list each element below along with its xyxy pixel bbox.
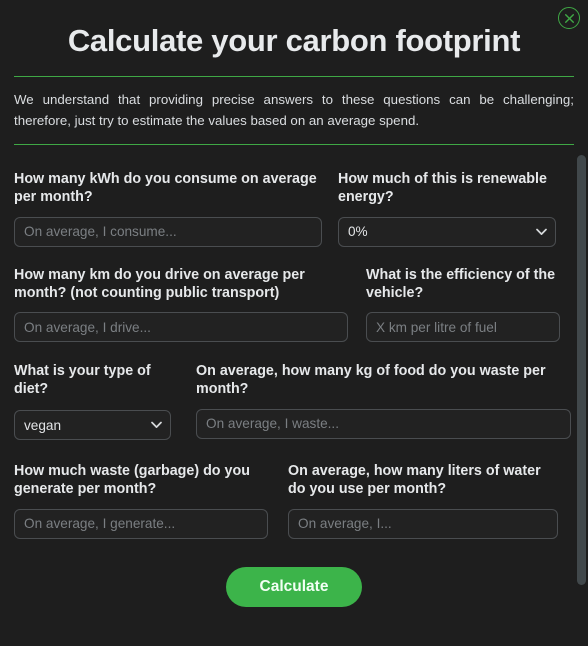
- garbage-generated-input[interactable]: [14, 508, 268, 539]
- field-label: How much of this is renewable energy?: [338, 171, 547, 206]
- field-food-waste: On average, how many kg of food do you w…: [196, 362, 571, 439]
- food-waste-input[interactable]: [196, 408, 571, 439]
- diet-type-select[interactable]: vegan: [14, 410, 171, 441]
- field-label: How much waste (garbage) do you generate…: [14, 463, 250, 498]
- page-title: Calculate your carbon footprint: [67, 23, 521, 58]
- field-vehicle-efficiency: What is the efficiency of the vehicle?: [366, 266, 560, 343]
- field-label: What is your type of diet?: [14, 363, 151, 398]
- scrollbar-track[interactable]: [574, 148, 588, 646]
- scrollbar-thumb[interactable]: [577, 155, 586, 585]
- field-kwh-consumption: How many kWh do you consume on average p…: [14, 170, 322, 247]
- field-label: What is the efficiency of the vehicle?: [366, 266, 556, 301]
- km-driven-input[interactable]: [14, 312, 348, 343]
- kwh-consumption-input[interactable]: [14, 216, 322, 247]
- field-label: How many km do you drive on average per …: [14, 266, 305, 301]
- renewable-energy-select-wrap: 0%: [338, 216, 556, 247]
- diet-type-select-wrap: vegan: [14, 410, 171, 441]
- form-row: How much waste (garbage) do you generate…: [0, 462, 588, 539]
- submit-row: Calculate: [0, 566, 588, 607]
- form-row: What is your type of diet? vegan On aver…: [0, 362, 588, 441]
- form-row: How many km do you drive on average per …: [0, 266, 588, 343]
- form-row: How many kWh do you consume on average p…: [0, 170, 588, 247]
- close-x-icon: [564, 13, 574, 23]
- field-label: On average, how many kg of food do you w…: [196, 363, 546, 398]
- intro-text: We understand that providing precise ans…: [14, 92, 574, 128]
- field-diet-type: What is your type of diet? vegan: [14, 362, 171, 441]
- renewable-energy-select[interactable]: 0%: [338, 216, 556, 247]
- calculate-button[interactable]: Calculate: [225, 566, 363, 607]
- vehicle-efficiency-input[interactable]: [366, 312, 560, 343]
- field-garbage-generated: How much waste (garbage) do you generate…: [14, 462, 268, 539]
- field-km-driven: How many km do you drive on average per …: [14, 266, 348, 343]
- field-label: On average, how many liters of water do …: [288, 463, 541, 498]
- divider-bottom: [14, 144, 574, 146]
- field-label: How many kWh do you consume on average p…: [14, 171, 317, 206]
- water-usage-input[interactable]: [288, 508, 558, 539]
- carbon-footprint-modal: Calculate your carbon footprint We under…: [0, 0, 588, 646]
- field-renewable-energy: How much of this is renewable energy? 0%: [338, 170, 556, 247]
- form-scroll-area: How many kWh do you consume on average p…: [0, 156, 588, 646]
- field-water-usage: On average, how many liters of water do …: [288, 462, 558, 539]
- close-circle-icon[interactable]: [558, 7, 580, 29]
